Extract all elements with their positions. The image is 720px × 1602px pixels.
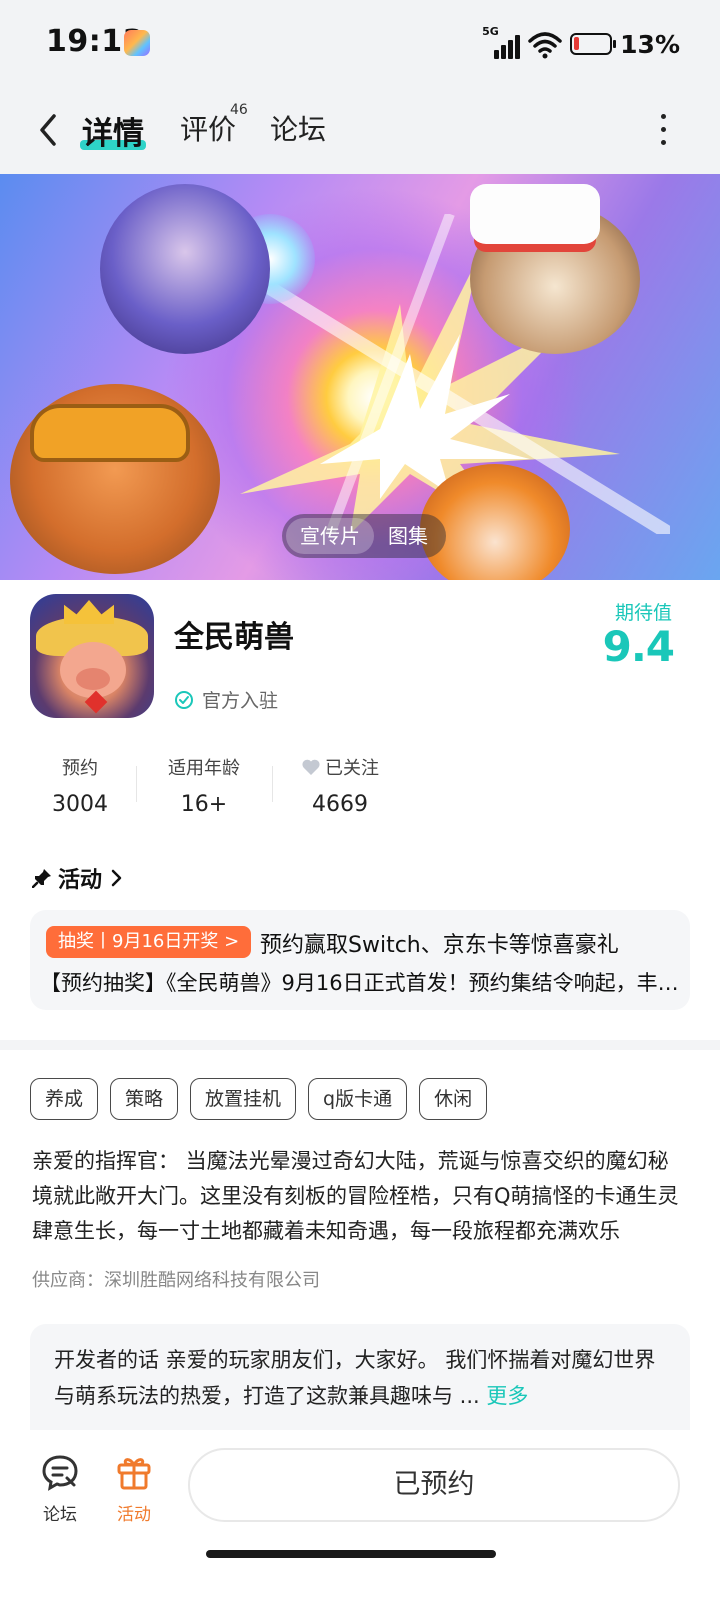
stat-followers[interactable]: 已关注 4669 — [280, 754, 400, 817]
stat-age-rating: 适用年龄 16+ — [144, 754, 264, 817]
stat-label: 适用年龄 — [168, 758, 240, 779]
cellular-signal-icon: 5G — [482, 25, 521, 59]
media-toggle: 宣传片 图集 — [282, 514, 446, 558]
rating-value: 9.4 — [602, 622, 675, 671]
stat-divider — [272, 766, 273, 802]
stat-label: 预约 — [62, 758, 98, 779]
section-divider — [0, 1040, 720, 1050]
app-icon — [30, 594, 154, 718]
stat-divider — [136, 766, 137, 802]
forum-chat-icon — [42, 1455, 78, 1491]
review-count-badge: 46 — [230, 102, 248, 118]
wifi-icon — [528, 32, 562, 59]
chevron-right-icon — [111, 869, 122, 887]
game-description[interactable]: 亲爱的指挥官： 当魔法光晕漫过奇幻大陆，荒诞与惊喜交织的魔幻秘境就此敞开大门。这… — [32, 1144, 682, 1249]
lottery-badge: 抽奖丨9月16日开奖 > — [46, 926, 252, 958]
tab-review[interactable]: 评价 — [180, 108, 236, 148]
status-indicators: 5G 13% — [482, 25, 680, 62]
heart-icon — [302, 759, 320, 775]
toggle-gallery[interactable]: 图集 — [374, 518, 442, 554]
supplier-info: 供应商：深圳胜酷网络科技有限公司 — [32, 1270, 320, 1291]
pin-icon — [32, 869, 51, 888]
chevron-left-icon[interactable] — [30, 108, 70, 152]
bottom-nav-label: 论坛 — [43, 1505, 77, 1525]
tab-detail[interactable]: 详情 — [82, 108, 144, 153]
stat-value: 4669 — [312, 792, 368, 817]
tag-chip[interactable]: 养成 — [30, 1078, 99, 1120]
game-app-icon — [124, 30, 150, 56]
mage-character — [100, 184, 270, 354]
promo-banner[interactable]: 宣传片 图集 — [0, 174, 720, 580]
tag-list: 养成 策略 放置挂机 q版卡通 休闲 — [30, 1078, 488, 1120]
activity-title: 预约赢取Switch、京东卡等惊喜豪礼 — [260, 933, 619, 958]
tag-chip[interactable]: 休闲 — [419, 1078, 488, 1120]
bottom-nav-forum[interactable]: 论坛 — [30, 1452, 90, 1525]
tag-chip[interactable]: 策略 — [110, 1078, 179, 1120]
check-circle-icon — [175, 690, 193, 709]
gift-icon — [117, 1458, 151, 1490]
tag-chip[interactable]: q版卡通 — [308, 1078, 408, 1120]
chef-hat — [470, 184, 600, 244]
tag-chip[interactable]: 放置挂机 — [190, 1078, 297, 1120]
tab-forum[interactable]: 论坛 — [270, 108, 326, 148]
stat-value: 16+ — [180, 792, 228, 817]
developer-note-card[interactable]: 开发者的话 亲爱的玩家朋友们，大家好。 我们怀揣着对魔幻世界与萌系玩法的热爱，打… — [30, 1324, 690, 1434]
stat-reservations: 预约 3004 — [20, 754, 140, 817]
stat-value: 3004 — [52, 792, 108, 817]
bottom-nav-label: 活动 — [117, 1505, 151, 1525]
rating-label: 期待值 — [614, 602, 672, 624]
developer-note: 开发者的话 亲爱的玩家朋友们，大家好。 我们怀揣着对魔幻世界与萌系玩法的热爱，打… — [54, 1342, 674, 1414]
toggle-video[interactable]: 宣传片 — [286, 518, 374, 554]
top-nav: 详情 评价 46 论坛 — [0, 88, 720, 174]
more-link[interactable]: 更多 — [480, 1384, 528, 1408]
developer-note-text: 开发者的话 亲爱的玩家朋友们，大家好。 我们怀揣着对魔幻世界与萌系玩法的热爱，打… — [54, 1348, 656, 1408]
bottom-nav-activity[interactable]: 活动 — [104, 1452, 164, 1525]
status-bar: 19:13 5G 13% — [0, 0, 720, 88]
lion-headband — [30, 404, 190, 462]
verified-text: 官方入驻 — [202, 690, 279, 712]
activity-section-header[interactable]: 活动 — [32, 862, 124, 894]
stats-row: 预约 3004 适用年龄 16+ 已关注 4669 — [20, 754, 440, 834]
battery-icon — [570, 33, 617, 55]
activity-subtitle: 【预约抽奖】《全民萌兽》9月16日正式首发！预约集结令响起，丰厚好礼等你来拿 — [40, 971, 680, 995]
activity-section-title: 活动 — [58, 868, 103, 893]
battery-percent: 13% — [620, 29, 680, 59]
stat-label: 已关注 — [325, 758, 379, 779]
app-name: 全民萌兽 — [174, 620, 294, 655]
bottom-action-bar: 论坛 活动 已预约 — [0, 1430, 720, 1602]
more-vertical-icon[interactable] — [658, 114, 668, 150]
verified-badge: 官方入驻 — [174, 686, 278, 713]
reserved-button[interactable]: 已预约 — [188, 1448, 680, 1522]
home-indicator[interactable] — [206, 1550, 496, 1558]
activity-card[interactable]: 抽奖丨9月16日开奖 > 预约赢取Switch、京东卡等惊喜豪礼 【预约抽奖】《… — [30, 910, 690, 1010]
